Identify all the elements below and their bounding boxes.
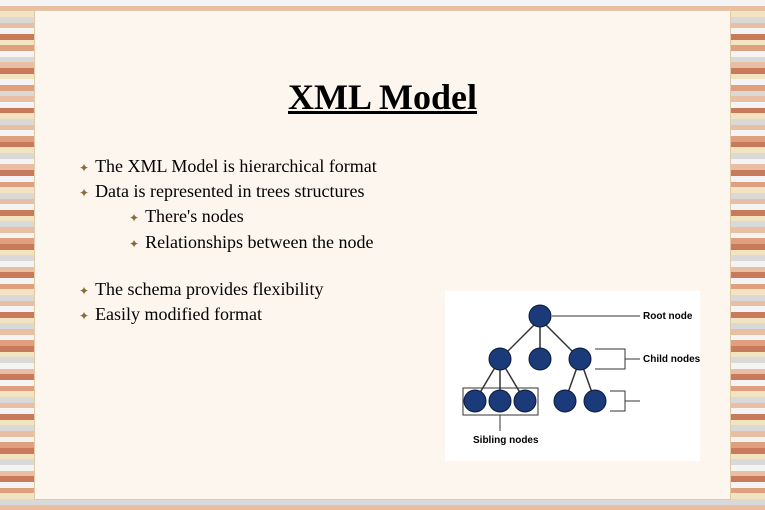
tree-diagram: Root node Child nodes Sibling nodes (445, 291, 700, 461)
bullet-list-1: ✦ The XML Model is hierarchical format ✦… (79, 154, 730, 255)
diagram-label-child: Child nodes (643, 354, 700, 365)
bullet-text: Relationships between the node (145, 230, 373, 255)
star-icon: ✦ (79, 160, 89, 177)
bullet-text: The schema provides flexibility (95, 277, 323, 302)
star-icon: ✦ (79, 308, 89, 325)
bullet-item-nested: ✦ There's nodes (129, 204, 730, 229)
bullet-item: ✦ Data is represented in trees structure… (79, 179, 730, 204)
slide-content: XML Model ✦ The XML Model is hierarchica… (34, 10, 731, 500)
slide-title: XML Model (35, 76, 730, 118)
star-icon: ✦ (79, 185, 89, 202)
bullet-text: There's nodes (145, 204, 244, 229)
bullet-item-nested: ✦ Relationships between the node (129, 230, 730, 255)
diagram-label-sibling: Sibling nodes (473, 435, 539, 446)
diagram-label-root: Root node (643, 311, 693, 322)
star-icon: ✦ (129, 236, 139, 253)
bullet-text: Data is represented in trees structures (95, 179, 364, 204)
star-icon: ✦ (79, 283, 89, 300)
bullet-text: Easily modified format (95, 302, 262, 327)
bullet-text: The XML Model is hierarchical format (95, 154, 377, 179)
star-icon: ✦ (129, 210, 139, 227)
bullet-item: ✦ The XML Model is hierarchical format (79, 154, 730, 179)
